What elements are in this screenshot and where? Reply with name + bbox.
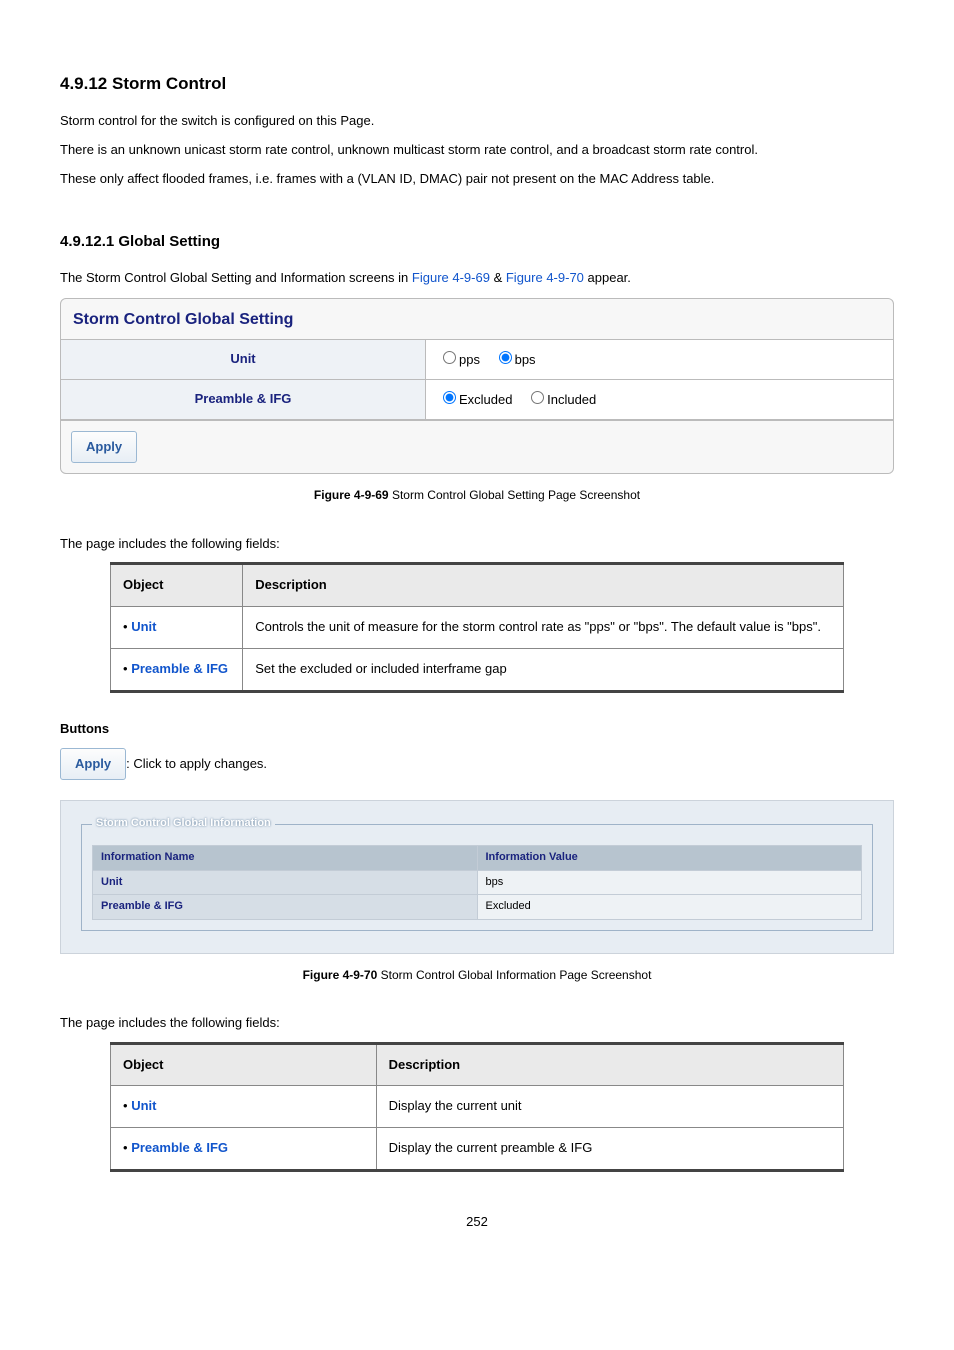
unit-options: pps bps: [426, 340, 894, 379]
global-setting-intro: The Storm Control Global Setting and Inf…: [60, 268, 894, 289]
radio-bps-input[interactable]: [499, 351, 512, 364]
radio-pps-input[interactable]: [443, 351, 456, 364]
fields-intro-1: The page includes the following fields:: [60, 534, 894, 555]
radio-included[interactable]: Included: [526, 392, 596, 407]
radio-excluded-input[interactable]: [443, 391, 456, 404]
fields-intro-2: The page includes the following fields:: [60, 1013, 894, 1034]
obj-preamble-text: Preamble & IFG: [123, 661, 228, 676]
desc-preamble-2: Display the current preamble & IFG: [376, 1128, 843, 1171]
th-description: Description: [243, 564, 844, 607]
obj-unit-2: Unit: [111, 1086, 377, 1128]
panel-row-unit: Unit pps bps: [61, 340, 893, 379]
info-unit-name: Unit: [93, 870, 478, 895]
th-description-2: Description: [376, 1043, 843, 1086]
intro-p1: Storm control for the switch is configur…: [60, 111, 894, 132]
apply-desc: : Click to apply changes.: [126, 756, 267, 771]
preamble-label: Preamble & IFG: [61, 379, 426, 419]
figure-caption-69: Figure 4-9-69 Storm Control Global Setti…: [60, 486, 894, 505]
radio-bps-label: bps: [515, 352, 536, 367]
definition-table-2: Object Description Unit Display the curr…: [110, 1042, 844, 1172]
page-number: 252: [60, 1212, 894, 1233]
desc-unit: Controls the unit of measure for the sto…: [243, 607, 844, 649]
table-row: Preamble & IFG Display the current pream…: [111, 1128, 844, 1171]
apply-button[interactable]: Apply: [71, 431, 137, 464]
info-row-preamble: Preamble & IFG Excluded: [93, 895, 862, 920]
panel-title: Storm Control Global Setting: [61, 299, 893, 340]
info-th-value: Information Value: [477, 845, 862, 870]
table-header-row: Object Description: [111, 564, 844, 607]
radio-pps-label: pps: [459, 352, 480, 367]
figure-link-70[interactable]: Figure 4-9-70: [506, 270, 584, 285]
info-unit-value: bps: [477, 870, 862, 895]
info-preamble-name: Preamble & IFG: [93, 895, 478, 920]
panel-row-preamble: Preamble & IFG Excluded Included: [61, 379, 893, 419]
radio-included-label: Included: [547, 392, 596, 407]
radio-pps[interactable]: pps: [438, 352, 480, 367]
text: appear.: [584, 270, 631, 285]
radio-excluded-label: Excluded: [459, 392, 512, 407]
caption2-bold: Figure 4-9-70: [303, 968, 381, 982]
panel-footer: Apply: [61, 420, 893, 474]
info-header-row: Information Name Information Value: [93, 845, 862, 870]
storm-control-setting-panel: Storm Control Global Setting Unit pps bp…: [60, 298, 894, 474]
section-heading: 4.9.12 Storm Control: [60, 70, 894, 97]
info-panel-wrap: Storm Control Global Information Informa…: [60, 800, 894, 953]
obj-unit-2-text: Unit: [123, 1098, 156, 1113]
table-row: Unit Display the current unit: [111, 1086, 844, 1128]
info-legend-text: Storm Control Global Information: [96, 817, 271, 829]
intro-p3: These only affect flooded frames, i.e. f…: [60, 169, 894, 190]
preamble-options: Excluded Included: [426, 379, 894, 419]
subsection-heading: 4.9.12.1 Global Setting: [60, 230, 894, 254]
caption-bold: Figure 4-9-69: [314, 488, 392, 502]
buttons-row: Apply: Click to apply changes.: [60, 748, 894, 781]
apply-button-example[interactable]: Apply: [60, 748, 126, 781]
desc-preamble: Set the excluded or included interframe …: [243, 648, 844, 691]
text: The Storm Control Global Setting and Inf…: [60, 270, 412, 285]
table-row: Preamble & IFG Set the excluded or inclu…: [111, 648, 844, 691]
unit-label: Unit: [61, 340, 426, 379]
figure-link-69[interactable]: Figure 4-9-69: [412, 270, 490, 285]
obj-preamble: Preamble & IFG: [111, 648, 243, 691]
radio-included-input[interactable]: [531, 391, 544, 404]
info-fieldset: Storm Control Global Information Informa…: [81, 815, 873, 930]
caption-rest: Storm Control Global Setting Page Screen…: [392, 488, 640, 502]
text: &: [490, 270, 506, 285]
caption2-rest: Storm Control Global Information Page Sc…: [381, 968, 652, 982]
th-object: Object: [111, 564, 243, 607]
figure-caption-70: Figure 4-9-70 Storm Control Global Infor…: [60, 966, 894, 985]
obj-preamble-2-text: Preamble & IFG: [123, 1140, 228, 1155]
obj-unit-text: Unit: [123, 619, 156, 634]
info-th-name: Information Name: [93, 845, 478, 870]
info-table: Information Name Information Value Unit …: [92, 845, 862, 920]
info-preamble-value: Excluded: [477, 895, 862, 920]
info-legend: Storm Control Global Information: [92, 815, 275, 833]
info-row-unit: Unit bps: [93, 870, 862, 895]
obj-unit: Unit: [111, 607, 243, 649]
obj-preamble-2: Preamble & IFG: [111, 1128, 377, 1171]
table-row: Unit Controls the unit of measure for th…: [111, 607, 844, 649]
th-object-2: Object: [111, 1043, 377, 1086]
desc-unit-2: Display the current unit: [376, 1086, 843, 1128]
buttons-heading: Buttons: [60, 719, 894, 740]
radio-excluded[interactable]: Excluded: [438, 392, 512, 407]
radio-bps[interactable]: bps: [494, 352, 536, 367]
table-header-row: Object Description: [111, 1043, 844, 1086]
definition-table-1: Object Description Unit Controls the uni…: [110, 562, 844, 692]
intro-p2: There is an unknown unicast storm rate c…: [60, 140, 894, 161]
panel-table: Unit pps bps Preamble & IFG Excluded Inc…: [61, 340, 893, 420]
